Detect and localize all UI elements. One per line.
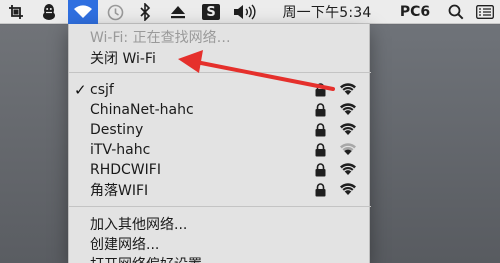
menubar-clock[interactable]: 周一下午5:34 — [270, 0, 384, 24]
join-other-network-item[interactable]: 加入其他网络... — [69, 214, 371, 234]
network-name: csjf — [90, 82, 114, 98]
network-name: ChinaNet-hahc — [90, 102, 194, 118]
eject-icon[interactable] — [168, 0, 188, 24]
open-network-prefs-item[interactable]: 打开网络偏好设置... — [69, 254, 371, 263]
create-network-label: 创建网络... — [90, 237, 160, 253]
bluetooth-icon[interactable] — [136, 0, 154, 24]
network-name: Destiny — [90, 122, 144, 138]
wifi-status: Wi-Fi: 正在查找网络… — [69, 27, 371, 47]
lock-icon — [315, 103, 326, 117]
wifi-signal-icon — [340, 183, 356, 195]
wifi-signal-icon — [340, 143, 356, 155]
list-menu-icon[interactable] — [474, 0, 496, 24]
lock-icon — [315, 83, 326, 97]
open-network-prefs-label: 打开网络偏好设置... — [90, 254, 215, 263]
lock-icon — [315, 183, 326, 197]
network-item-chinanet[interactable]: ChinaNet-hahc — [69, 100, 371, 120]
wifi-dropdown-menu: Wi-Fi: 正在查找网络… 关闭 Wi-Fi ✓ csjf ChinaNet-… — [68, 24, 371, 263]
turn-off-wifi-label: 关闭 Wi-Fi — [90, 51, 156, 67]
network-name: RHDCWIFI — [90, 162, 161, 178]
network-name: iTV-hahc — [90, 142, 151, 158]
time-machine-icon[interactable] — [104, 0, 126, 24]
turn-off-wifi-item[interactable]: 关闭 Wi-Fi — [69, 48, 371, 68]
join-other-network-label: 加入其他网络... — [90, 217, 188, 233]
qq-penguin-icon[interactable] — [38, 0, 60, 24]
wifi-icon[interactable] — [68, 0, 98, 24]
lock-icon — [315, 163, 326, 177]
volume-icon[interactable] — [232, 0, 258, 24]
menu-divider — [69, 206, 371, 207]
search-icon[interactable] — [446, 0, 466, 24]
menubar-username[interactable]: PC6 — [400, 0, 430, 24]
menu-bar: S 周一下午5:34 PC6 — [0, 0, 500, 24]
network-item-rhdcwifi[interactable]: RHDCWIFI — [69, 160, 371, 180]
network-name: 角落WIFI — [90, 183, 149, 199]
s-app-letter: S — [202, 4, 220, 20]
network-item-destiny[interactable]: Destiny — [69, 120, 371, 140]
desktop-background-right — [370, 25, 500, 263]
network-item-csjf[interactable]: ✓ csjf — [69, 80, 371, 100]
wifi-signal-icon — [340, 103, 356, 115]
lock-icon — [315, 143, 326, 157]
create-network-item[interactable]: 创建网络... — [69, 234, 371, 254]
network-item-jiaoluo[interactable]: 角落WIFI — [69, 180, 371, 200]
desktop-background-left — [0, 25, 68, 263]
wifi-signal-icon — [340, 123, 356, 135]
wifi-signal-icon — [340, 83, 356, 95]
wifi-signal-icon — [340, 163, 356, 175]
network-item-itv[interactable]: iTV-hahc — [69, 140, 371, 160]
menu-divider — [69, 72, 371, 73]
lock-icon — [315, 123, 326, 137]
s-app-icon[interactable]: S — [200, 0, 222, 24]
checkmark-icon: ✓ — [74, 81, 87, 99]
crop-icon[interactable] — [6, 0, 26, 24]
wifi-status-label: Wi-Fi: 正在查找网络… — [90, 30, 231, 46]
